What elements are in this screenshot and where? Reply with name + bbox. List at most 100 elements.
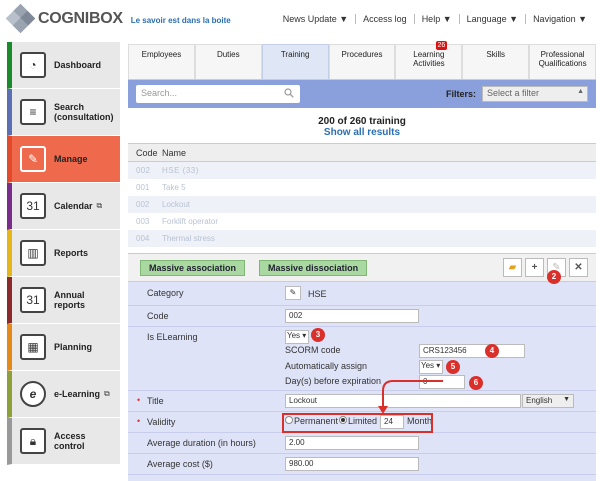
chart-icon: ▥: [20, 240, 46, 266]
add-icon[interactable]: +: [525, 258, 544, 277]
tab-label: Learning Activities: [413, 50, 445, 68]
sidebar-item-annual-reports[interactable]: 31 Annual reports: [7, 277, 120, 324]
elearning-select[interactable]: Yes ▾: [285, 330, 309, 344]
icon-button-group: ▰ + ✎ ✕: [500, 258, 588, 277]
folder-icon[interactable]: ▰: [503, 258, 522, 277]
edit-icon: ✎: [20, 146, 46, 172]
sidebar-item-label: Calendar: [54, 201, 93, 211]
filter-select[interactable]: Select a filter ▲: [482, 86, 588, 102]
search-icon[interactable]: [284, 88, 294, 98]
callout-5: 5: [446, 360, 460, 374]
top-nav: News Update ▼ Access log Help ▼ Language…: [276, 14, 594, 24]
logo-icon: [5, 3, 36, 34]
search-input[interactable]: Search...: [136, 85, 300, 103]
sidebar-item-elearning[interactable]: e e-Learning ⧉: [7, 371, 120, 418]
duration-label: Average duration (in hours): [147, 438, 256, 448]
form-row-category: Category ✎ HSE: [128, 282, 596, 306]
nav-navigation[interactable]: Navigation ▼: [526, 14, 594, 24]
training-table: Code Name 002 HSE (33) 001 Take 5 002 Locko…: [128, 143, 596, 247]
row-code: 002: [136, 200, 150, 209]
show-all-link[interactable]: Show all results: [128, 127, 596, 138]
callout-2: 2: [547, 270, 561, 284]
sidebar-item-manage[interactable]: ✎ Manage: [7, 136, 120, 183]
tagline: Le savoir est dans la boite: [130, 15, 231, 25]
form-row-duration: Average duration (in hours) 2.00: [128, 433, 596, 454]
validity-label: Validity: [147, 417, 176, 427]
sidebar-item-calendar[interactable]: 31 Calendar ⧉: [7, 183, 120, 230]
table-row[interactable]: 002 Lockout: [128, 196, 596, 213]
validity-highlight-box: [282, 413, 433, 433]
table-header: Code Name: [128, 144, 596, 162]
tab-professional-qualifications[interactable]: Professional Qualifications: [529, 44, 597, 79]
cost-input[interactable]: 980.00: [285, 457, 419, 471]
nav-language[interactable]: Language ▼: [460, 14, 527, 24]
form-row-title: • Title Lockout English ▼: [128, 391, 596, 412]
close-icon[interactable]: ✕: [569, 258, 588, 277]
gauge-icon: ◔: [20, 52, 46, 78]
massive-dissociation-button[interactable]: Massive dissociation: [259, 259, 368, 276]
code-label: Code: [147, 311, 169, 321]
required-marker: •: [137, 395, 141, 405]
nav-news-update[interactable]: News Update ▼: [276, 14, 357, 24]
title-label: Title: [147, 396, 164, 406]
nav-access-log[interactable]: Access log: [356, 14, 415, 24]
elearning-icon: e: [20, 381, 46, 407]
sidebar-item-label: e-Learning: [54, 389, 101, 399]
elearning-label: Is ELearning: [147, 332, 198, 342]
table-row[interactable]: 004 Thermal stress: [128, 230, 596, 247]
autoassign-select[interactable]: Yes ▾: [419, 360, 443, 374]
logo-text: COGNIBOX: [38, 10, 123, 27]
massive-association-button[interactable]: Massive association: [140, 259, 246, 276]
duration-input[interactable]: 2.00: [285, 436, 419, 450]
table-row[interactable]: 001 Take 5: [128, 179, 596, 196]
table-row[interactable]: 003 Forklift operator: [128, 213, 596, 230]
sidebar-item-access-control[interactable]: 🔒︎ Access control: [7, 418, 120, 465]
scorm-input[interactable]: CRS123456: [419, 344, 525, 358]
callout-3: 3: [311, 328, 325, 342]
form-row-cost: Average cost ($) 980.00: [128, 454, 596, 475]
tab-duties[interactable]: Duties: [194, 44, 262, 79]
result-count: 200 of 260 training: [318, 116, 406, 127]
sidebar-item-search[interactable]: ≡ Search (consultation): [7, 89, 120, 136]
row-name: Lockout: [162, 200, 191, 209]
tab-procedures[interactable]: Procedures: [328, 44, 396, 79]
external-link-icon: ⧉: [96, 201, 103, 210]
document-icon: ≡: [20, 99, 46, 125]
sidebar-item-label: Annual reports: [54, 290, 86, 310]
planning-icon: ▦: [20, 334, 46, 360]
days-label: Day(s) before expiration: [285, 376, 382, 386]
sidebar-item-label: Manage: [54, 154, 88, 164]
search-bar: Search... Filters: Select a filter ▲: [128, 80, 596, 108]
row-code: 004: [136, 234, 150, 243]
column-header-name[interactable]: Name: [162, 148, 186, 158]
tab-training[interactable]: Training: [261, 44, 329, 79]
tab-learning-activities[interactable]: Learning Activities 26: [395, 41, 463, 79]
column-header-code[interactable]: Code: [128, 148, 162, 158]
sidebar: ◔ Dashboard ≡ Search (consultation) ✎ Man…: [7, 42, 120, 465]
external-link-icon: ⧉: [104, 389, 110, 398]
form-row-code: Code 002: [128, 306, 596, 327]
tab-skills[interactable]: Skills: [462, 44, 530, 79]
row-code: 002: [136, 166, 151, 175]
logo[interactable]: COGNIBOX Le savoir est dans la boite: [5, 3, 231, 34]
form-row-elearning: Is ELearning Yes ▾ SCORM code CRS123456 …: [128, 327, 596, 391]
table-row[interactable]: 002 HSE (33): [128, 162, 596, 179]
sidebar-item-reports[interactable]: ▥ Reports: [7, 230, 120, 277]
sidebar-item-dashboard[interactable]: ◔ Dashboard: [7, 42, 120, 89]
callout-6: 6: [469, 376, 483, 390]
sidebar-item-label: Access control: [54, 431, 86, 451]
category-label: Category: [147, 288, 184, 298]
filters-label: Filters:: [445, 89, 476, 99]
tab-employees[interactable]: Employees: [128, 44, 195, 79]
language-select[interactable]: English ▼: [522, 394, 574, 408]
row-name: Forklift operator: [162, 217, 219, 226]
sidebar-item-planning[interactable]: ▦ Planning: [7, 324, 120, 371]
category-edit-button[interactable]: ✎: [285, 286, 301, 300]
select-caret-icon: ▼: [563, 396, 570, 403]
nav-help[interactable]: Help ▼: [415, 14, 460, 24]
row-name: Take 5: [162, 183, 186, 192]
callout-4: 4: [485, 344, 499, 358]
top-bar: COGNIBOX Le savoir est dans la boite New…: [0, 0, 600, 40]
select-caret-icon: ▲: [577, 88, 584, 95]
code-input[interactable]: 002: [285, 309, 419, 323]
